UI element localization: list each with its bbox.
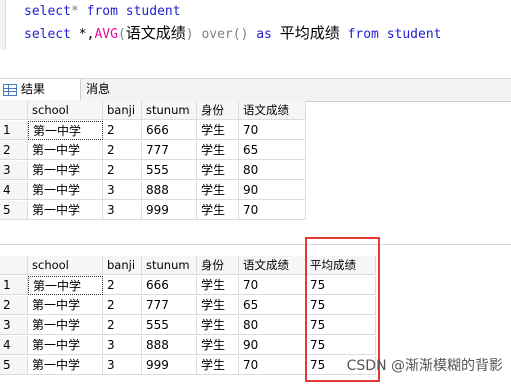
tab-results-label: 结果 <box>21 82 46 96</box>
table-cell[interactable]: 999 <box>142 356 197 375</box>
column-header[interactable]: 语文成绩 <box>239 256 306 275</box>
table-cell[interactable]: 3 <box>103 201 142 220</box>
func-avg: AVG <box>94 27 118 42</box>
grid-divider <box>0 244 511 245</box>
table-cell[interactable]: 学生 <box>197 276 239 295</box>
table-cell[interactable]: 学生 <box>197 201 239 220</box>
table-cell[interactable]: 2 <box>103 161 142 180</box>
row-number[interactable]: 2 <box>0 296 28 315</box>
table-cell[interactable]: 999 <box>142 201 197 220</box>
table-cell[interactable]: 80 <box>239 316 306 335</box>
table-cell[interactable]: 第一中学 <box>28 161 103 180</box>
kw-over: over() <box>201 27 249 42</box>
row-number[interactable]: 5 <box>0 356 28 375</box>
sql-editor[interactable]: select* from student select *,AVG(语文成绩) … <box>0 0 511 58</box>
kw-as: as <box>256 27 272 42</box>
table-cell[interactable]: 学生 <box>197 121 239 140</box>
grid-icon <box>3 84 17 96</box>
column-header[interactable]: banji <box>103 256 142 275</box>
table-cell[interactable]: 70 <box>239 201 306 220</box>
paren-close: ) <box>185 27 194 42</box>
table-cell[interactable]: 2 <box>103 296 142 315</box>
table-cell[interactable]: 学生 <box>197 296 239 315</box>
kw-from: from <box>86 4 118 19</box>
column-header[interactable]: 身份 <box>197 101 239 120</box>
row-number[interactable]: 2 <box>0 141 28 160</box>
table-cell[interactable]: 第一中学 <box>28 181 103 200</box>
table-cell[interactable]: 学生 <box>197 161 239 180</box>
editor-gutter <box>0 0 6 50</box>
table-cell[interactable]: 666 <box>142 276 197 295</box>
watermark: CSDN @渐渐模糊的背影 <box>346 358 503 374</box>
kw-select: select <box>24 4 71 19</box>
column-token: 语文成绩 <box>125 24 186 42</box>
table-cell[interactable]: 第一中学 <box>28 356 103 375</box>
table-cell[interactable]: 第一中学 <box>28 296 103 315</box>
star-token: * <box>70 4 79 19</box>
column-header[interactable]: school <box>28 256 103 275</box>
alias-token: 平均成绩 <box>279 24 340 42</box>
table-cell[interactable]: 90 <box>239 336 306 355</box>
table-name: student <box>125 4 181 19</box>
column-header[interactable]: 语文成绩 <box>239 101 306 120</box>
table-cell[interactable]: 学生 <box>197 181 239 200</box>
table-cell[interactable]: 学生 <box>197 141 239 160</box>
corner-cell[interactable] <box>0 101 28 120</box>
paren-open: ( <box>117 27 126 42</box>
row-number[interactable]: 3 <box>0 316 28 335</box>
table-cell[interactable]: 65 <box>239 296 306 315</box>
row-number[interactable]: 4 <box>0 181 28 200</box>
table-cell[interactable]: 777 <box>142 141 197 160</box>
row-number[interactable]: 1 <box>0 121 28 140</box>
table-cell[interactable]: 70 <box>239 276 306 295</box>
kw-select: select <box>24 27 71 42</box>
table-cell[interactable]: 3 <box>103 181 142 200</box>
table-cell[interactable]: 70 <box>239 356 306 375</box>
table-cell[interactable]: 第一中学 <box>28 336 103 355</box>
table-cell[interactable]: 3 <box>103 336 142 355</box>
table-cell[interactable]: 888 <box>142 181 197 200</box>
table-cell[interactable]: 80 <box>239 161 306 180</box>
column-header[interactable]: banji <box>103 101 142 120</box>
table-cell[interactable]: 3 <box>103 356 142 375</box>
row-number[interactable]: 1 <box>0 276 28 295</box>
table-cell[interactable]: 90 <box>239 181 306 200</box>
result-tabs: 结果 消息 <box>0 78 511 102</box>
table-cell[interactable]: 学生 <box>197 356 239 375</box>
table-cell[interactable]: 第一中学 <box>28 316 103 335</box>
table-cell[interactable]: 2 <box>103 141 142 160</box>
table-cell[interactable]: 2 <box>103 316 142 335</box>
table-cell[interactable]: 第一中学 <box>28 201 103 220</box>
table-cell[interactable]: 70 <box>239 121 306 140</box>
table-cell[interactable]: 2 <box>103 276 142 295</box>
tab-messages[interactable]: 消息 <box>80 79 122 100</box>
row-number[interactable]: 3 <box>0 161 28 180</box>
table-cell[interactable]: 第一中学 <box>28 141 103 160</box>
table-cell[interactable]: 888 <box>142 336 197 355</box>
table-cell[interactable]: 第一中学 <box>28 121 103 140</box>
table-name: student <box>386 27 442 42</box>
table-cell[interactable]: 555 <box>142 316 197 335</box>
table-cell[interactable]: 65 <box>239 141 306 160</box>
column-header[interactable]: school <box>28 101 103 120</box>
row-number[interactable]: 5 <box>0 201 28 220</box>
sql-line-2: select *,AVG(语文成绩) over() as 平均成绩 from s… <box>24 22 442 43</box>
corner-cell[interactable] <box>0 256 28 275</box>
table-cell[interactable]: 学生 <box>197 336 239 355</box>
column-header[interactable]: stunum <box>142 101 197 120</box>
table-cell[interactable]: 2 <box>103 121 142 140</box>
sql-line-1: select* from student <box>24 4 181 19</box>
table-cell[interactable]: 学生 <box>197 316 239 335</box>
star-token: *, <box>78 27 95 42</box>
column-header[interactable]: stunum <box>142 256 197 275</box>
kw-from: from <box>347 27 379 42</box>
row-number[interactable]: 4 <box>0 336 28 355</box>
table-cell[interactable]: 777 <box>142 296 197 315</box>
column-header[interactable]: 身份 <box>197 256 239 275</box>
table-cell[interactable]: 555 <box>142 161 197 180</box>
table-cell[interactable]: 666 <box>142 121 197 140</box>
tab-results[interactable]: 结果 <box>0 79 81 100</box>
table-cell[interactable]: 第一中学 <box>28 276 103 295</box>
